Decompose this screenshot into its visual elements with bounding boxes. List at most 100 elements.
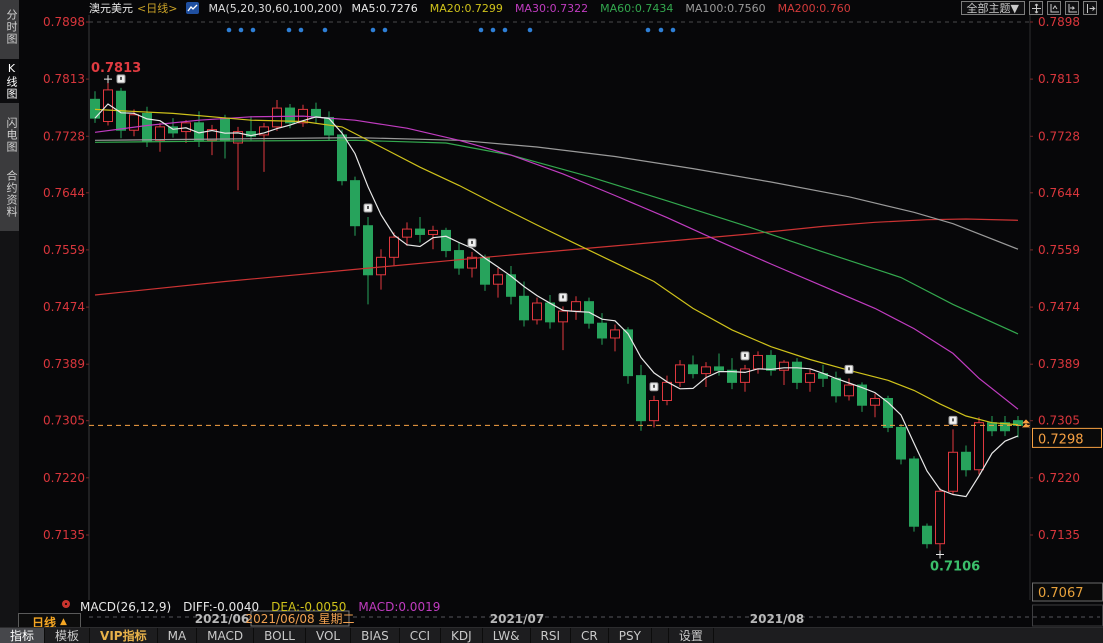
news-dot-icon [646,28,651,33]
toolbar-item-LW&[interactable]: LW& [483,628,531,643]
toolbar-item-CCI[interactable]: CCI [400,628,441,643]
news-dot-icon [383,28,388,33]
candle [702,367,711,374]
candle [936,491,945,543]
candle [962,452,971,469]
y-tick-right: 0.7813 [1038,72,1080,86]
ma-line-MA100 [95,138,1018,250]
news-dot-icon [287,28,292,33]
y-tick-right: 0.7898 [1038,15,1080,29]
candle [637,376,646,421]
toolbar-item-模板[interactable]: 模板 [45,628,90,643]
toolbar-item-PSY[interactable]: PSY [609,628,652,643]
y-tick-left: 0.7644 [43,186,85,200]
y-tick-left: 0.7559 [43,243,85,257]
candle [975,423,984,470]
toolbar-item-KDJ[interactable]: KDJ [441,628,483,643]
candle [650,401,659,421]
toolbar-item-RSI[interactable]: RSI [531,628,572,643]
high-price-annotation: 0.7813 [91,61,141,76]
macd-status-row: MACD(26,12,9) DIFF:-0.0040 DEA:-0.0050 M… [80,599,440,614]
y-tick-left: 0.7474 [43,300,85,314]
y-tick-right: 0.7644 [1038,186,1080,200]
candle [897,427,906,459]
x-tick-label: 2021/07 [490,612,544,626]
toolbar-item-BOLL[interactable]: BOLL [254,628,306,643]
candlestick-chart[interactable]: 0.7898 0.7898 0.7813 0.7813 0.7728 0.7728 0.76… [0,0,1103,643]
candle [559,311,568,322]
candle [403,229,412,237]
toolbar-item-VOL[interactable]: VOL [306,628,351,643]
candle [923,526,932,543]
candle [715,367,724,370]
low-price-annotation: 0.7106 [930,559,980,574]
toolbar-item-指标[interactable]: 指标 [0,628,45,643]
crosshair-date-label: 2021/06/08 星期二 [246,612,355,626]
candle [156,127,165,140]
candle [663,382,672,400]
candle [442,230,451,250]
chart-window: 分时图K线图闪电图合约资料 澳元美元 <日线> MA(5,20,30,60,10… [0,0,1103,643]
candle [572,302,581,311]
candle [416,229,425,234]
record-dot-icon [62,600,70,608]
y-tick-right: 0.7305 [1038,414,1080,428]
toolbar-item-设置[interactable]: 设置 [668,628,714,643]
y-tick-right: 0.7220 [1038,471,1080,485]
candle [845,385,854,396]
news-dots [227,28,676,33]
candle [377,257,386,274]
candle [429,230,438,234]
ma-line-MA200 [95,219,1018,295]
toolbar-item-VIP指标[interactable]: VIP指标 [90,628,158,643]
news-dot-icon [371,28,376,33]
event-markers [117,75,957,425]
candles [91,79,1023,554]
news-dot-icon [503,28,508,33]
y-tick-left: 0.7389 [43,357,85,371]
candle [351,181,360,226]
candle [910,459,919,526]
x-tick-label: 2021/06 [195,612,249,626]
y-tick-right: 0.7559 [1038,243,1080,257]
candle [520,296,529,320]
candle [806,374,815,383]
ma-line-MA60 [95,140,1018,334]
high-cross-marker [104,75,112,83]
news-dot-icon [323,28,328,33]
candle [611,330,620,338]
news-dot-icon [528,28,533,33]
candle [390,237,399,257]
y-tick-left: 0.7728 [43,129,85,143]
news-dot-icon [671,28,676,33]
toolbar-item-MA[interactable]: MA [158,628,198,643]
candle [988,423,997,431]
y-tick-left: 0.7813 [43,72,85,86]
news-dot-icon [491,28,496,33]
candle [546,303,555,322]
candle [598,323,607,338]
news-dot-icon [299,28,304,33]
news-dot-icon [239,28,244,33]
candle [624,330,633,376]
y-tick-right: 0.7389 [1038,357,1080,371]
candle [689,365,698,374]
candle [780,362,789,370]
toolbar-item-BIAS[interactable]: BIAS [351,628,400,643]
candle [533,303,542,320]
low-cross-marker [936,550,944,558]
candle [221,118,230,140]
y-axis-labels: 0.7898 0.7898 0.7813 0.7813 0.7728 0.7728 0.76… [43,15,1080,542]
candle [481,257,490,284]
toolbar-item-MACD[interactable]: MACD [197,628,254,643]
candle [871,398,880,405]
candle [676,365,685,382]
candle [949,452,958,491]
candle [494,275,503,284]
y-tick-left: 0.7898 [43,15,85,29]
toolbar-item-CR[interactable]: CR [571,628,609,643]
news-dot-icon [659,28,664,33]
y-tick-right: 0.7728 [1038,129,1080,143]
axis-corner-box [1033,605,1103,626]
candle [273,108,282,127]
